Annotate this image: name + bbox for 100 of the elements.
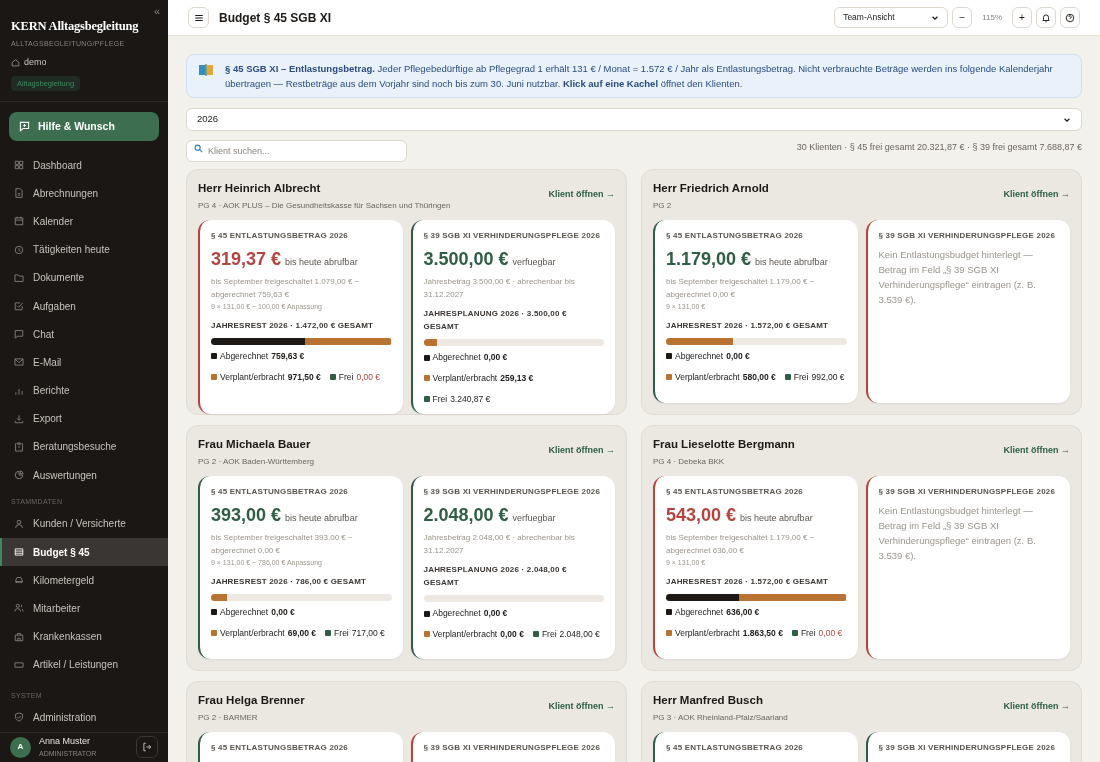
collapse-button[interactable]: «	[153, 6, 160, 17]
folder-icon	[14, 272, 24, 283]
notifications-button[interactable]	[1036, 7, 1056, 28]
client-card[interactable]	[641, 425, 1082, 671]
year-select[interactable]: 2026	[186, 108, 1082, 131]
client-meta: PG 3 · AOK Rheinland-Pfalz/Saarland	[653, 712, 788, 725]
budget-total: JAHRESREST 2026 · 1.472,00 € GESAMT	[211, 319, 375, 332]
help-icon	[1065, 12, 1075, 23]
legend-value: 971,50 €	[287, 370, 321, 384]
nav-item[interactable]: Administration	[0, 703, 168, 732]
legend-label: Verplant/erbracht	[432, 628, 498, 641]
nav-item[interactable]: Kilometergeld	[0, 566, 168, 595]
client-card[interactable]: Frau Helga Brenner PG 2 · BARMER Klient öffnen → § 45 ENTLASTUNGSBETRAG 2026 § 39 SGB XI VERHINDERUNGSPFLEGE 2026	[186, 681, 627, 762]
checkbox-icon	[14, 301, 24, 312]
nav-item[interactable]: Export	[0, 404, 168, 433]
nav-item[interactable]: E-Mail	[0, 348, 168, 377]
nav-item[interactable]: Krankenkassen	[0, 622, 168, 651]
nav-item[interactable]: Aufgaben	[0, 291, 168, 321]
budget-title: § 39 SGB XI VERHINDERUNGSPFLEGE 2026	[878, 742, 1057, 754]
empty-message: Kein Entlastungsbudget hinterlegt — Betrag im Feld „§ 39 SGB XI Verhinderungspflege“ eintragen (z. B. 3.539 €).	[878, 504, 1037, 564]
nav-item[interactable]: Artikel / Leistungen	[0, 650, 168, 679]
nav-item[interactable]: Dokumente	[0, 263, 168, 292]
open-client-link[interactable]: Klient öffnen →	[1003, 700, 1070, 714]
amount-note: verfuegbar	[512, 256, 556, 270]
budget-total: JAHRESREST 2026 · 1.572,00 € GESAMT	[666, 575, 830, 588]
legend-label: Frei	[334, 626, 349, 640]
budget-title: § 45 ENTLASTUNGSBETRAG 2026	[211, 230, 349, 242]
open-client-link[interactable]: Klient öffnen →	[1003, 188, 1070, 202]
client-card[interactable]	[641, 169, 1082, 415]
nav-item[interactable]: Kalender	[0, 207, 168, 236]
open-client-link[interactable]: Klient öffnen →	[548, 444, 615, 458]
clock-icon	[14, 244, 24, 255]
nav-item[interactable]: Dashboard	[0, 151, 168, 180]
client-card[interactable]	[186, 425, 627, 671]
help-button[interactable]	[1060, 7, 1080, 28]
open-client-link[interactable]: Klient öffnen →	[548, 700, 615, 714]
logout-icon	[142, 742, 152, 753]
budget-amount: 543,00 €	[666, 504, 737, 528]
nav-item[interactable]: Tätigkeiten heute	[0, 235, 168, 264]
budget-amount: 2.048,00 €	[423, 504, 509, 528]
legend-label: Frei	[541, 628, 557, 641]
budget-total: JAHRESREST 2026 · 1.572,00 € GESAMT	[666, 319, 830, 332]
client-meta: PG 2 · AOK Baden-Württemberg	[198, 456, 315, 469]
tag-icon	[14, 659, 24, 670]
legend-value: 259,13 €	[500, 372, 534, 385]
client-meta: PG 4 · AOK PLUS – Die Gesundheitskasse für Sachsen und Thüringen	[198, 200, 451, 213]
zoom-out-button[interactable]: −	[952, 7, 973, 28]
client-card[interactable]	[186, 169, 627, 415]
budget-total: JAHRESREST 2026 · 786,00 € GESAMT	[211, 575, 368, 588]
budget-amount: 3.500,00 €	[423, 248, 509, 272]
menu-button[interactable]	[188, 7, 209, 28]
users-icon	[14, 603, 24, 614]
legend-value: 1.863,50 €	[742, 626, 783, 640]
legend-value: 2.048,00 €	[559, 628, 600, 641]
legend-label: Verplant/erbracht	[220, 626, 285, 640]
budget-total: JAHRESPLANUNG 2026 · 2.048,00 € GESAMT	[423, 564, 568, 590]
page-title: Budget § 45 SGB XI	[219, 9, 333, 27]
zoom-in-button[interactable]: +	[1012, 7, 1032, 28]
legend-label: Abgerechnet	[220, 349, 269, 363]
legend-label: Verplant/erbracht	[675, 626, 740, 640]
nav-item[interactable]: Beratungsbesuche	[0, 432, 168, 462]
legend-label: Frei	[793, 370, 809, 384]
amount-note: bis heute abrufbar	[285, 512, 358, 526]
legend-label: Abgerechnet	[432, 351, 481, 364]
legend-value: 0,00 €	[483, 607, 508, 620]
nav-item[interactable]: Kunden / Versicherte	[0, 509, 168, 538]
legend-label: Abgerechnet	[432, 607, 481, 620]
user-avatar: A	[10, 736, 31, 758]
nav-item[interactable]: Berichte	[0, 376, 168, 405]
open-client-link[interactable]: Klient öffnen →	[1003, 444, 1070, 458]
budget-title: § 45 ENTLASTUNGSBETRAG 2026	[211, 486, 349, 498]
help-button[interactable]: Hilfe & Wunsch	[9, 112, 159, 141]
pie-chart-icon	[14, 470, 24, 481]
nav-item[interactable]: Auswertungen	[0, 461, 168, 490]
view-select[interactable]: Team-Ansicht	[834, 7, 949, 28]
client-card[interactable]: Herr Manfred Busch PG 3 · AOK Rheinland-Pfalz/Saarland Klient öffnen → § 45 ENTLASTUNGSBETRAG 2026 § 39 SGB XI VERHINDERUNGSPFLEGE 2026	[641, 681, 1082, 762]
nav-item[interactable]: Mitarbeiter	[0, 594, 168, 623]
nav-item[interactable]: Chat	[0, 320, 168, 349]
legend-value: 0,00 €	[726, 349, 750, 363]
budget-title: § 39 SGB XI VERHINDERUNGSPFLEGE 2026	[878, 486, 1057, 498]
legend-label: Abgerechnet	[675, 605, 724, 619]
amount-note: bis heute abrufbar	[285, 256, 358, 270]
budget-title: § 39 SGB XI VERHINDERUNGSPFLEGE 2026	[878, 230, 1057, 242]
legend-value: 580,00 €	[742, 370, 776, 384]
budget-amount: 319,37 €	[211, 248, 282, 272]
client-name: Herr Friedrich Arnold	[653, 181, 769, 196]
search-field[interactable]: Klient suchen...	[186, 140, 407, 162]
building-icon	[14, 631, 24, 642]
empty-message: Kein Entlastungsbudget hinterlegt — Betrag im Feld „§ 39 SGB XI Verhinderungspflege“ eintragen (z. B. 3.539 €).	[878, 248, 1037, 308]
open-client-link[interactable]: Klient öffnen →	[548, 188, 615, 202]
shield-icon	[14, 712, 24, 723]
nav-item[interactable]: Budget § 45	[0, 537, 168, 567]
amount-note: bis heute abrufbar	[755, 256, 828, 270]
logout-button[interactable]	[136, 736, 158, 759]
budget-title: § 45 ENTLASTUNGSBETRAG 2026	[666, 230, 804, 242]
client-name: Frau Helga Brenner	[198, 693, 305, 708]
nav-item[interactable]: Abrechnungen	[0, 179, 168, 208]
legend-value: 759,63 €	[271, 349, 305, 363]
budget-amount: 1.179,00 €	[666, 248, 752, 272]
user-name: Anna Muster	[39, 735, 92, 749]
